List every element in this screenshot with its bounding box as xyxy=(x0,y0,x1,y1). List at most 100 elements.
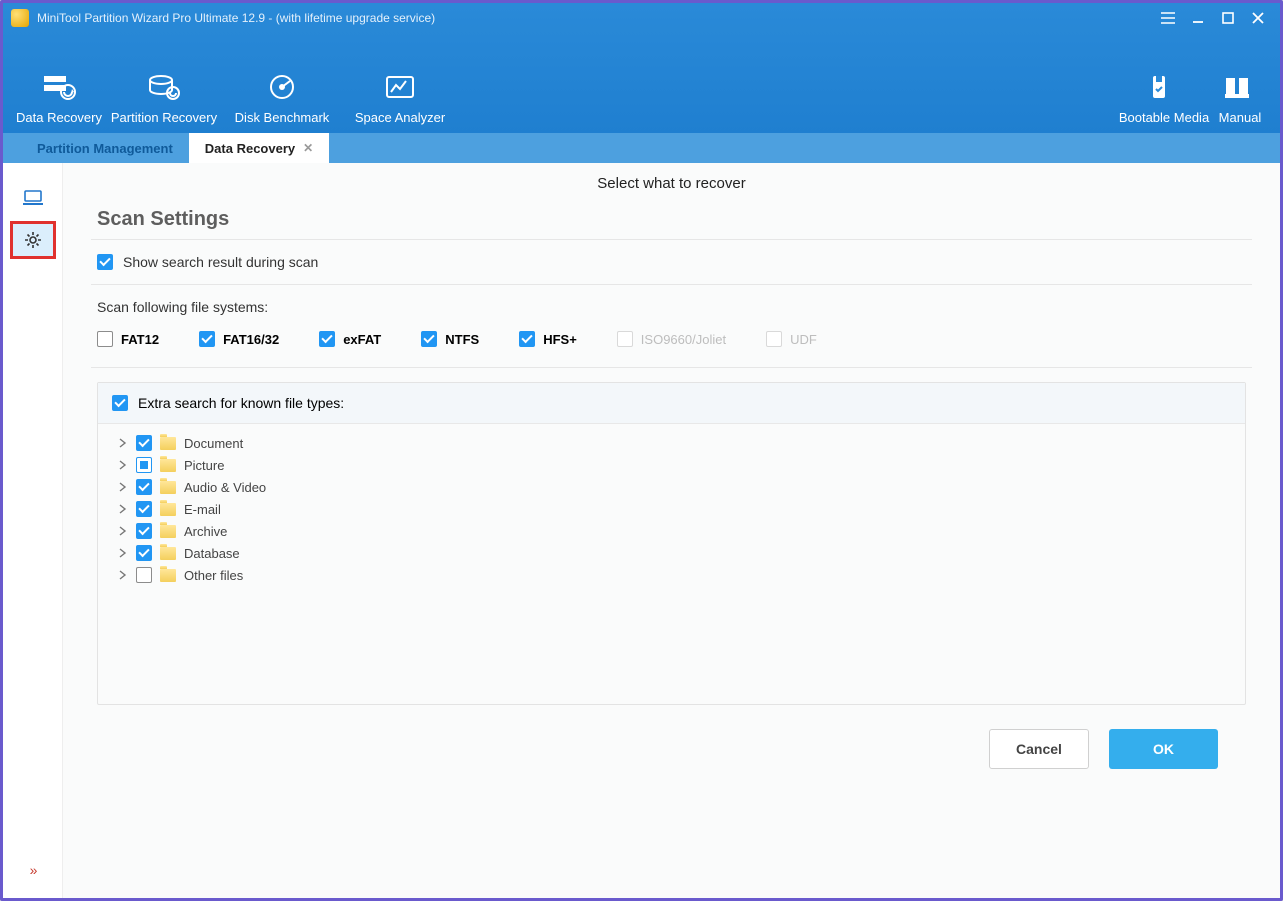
tab-label: Partition Management xyxy=(37,141,173,156)
fs-label: FAT16/32 xyxy=(223,332,279,347)
toolbar-manual[interactable]: Manual xyxy=(1210,74,1270,125)
close-icon[interactable] xyxy=(1250,10,1266,26)
expand-icon[interactable] xyxy=(118,526,128,536)
expand-icon[interactable] xyxy=(118,482,128,492)
expand-icon[interactable] xyxy=(118,438,128,448)
fs-item: NTFS xyxy=(421,331,479,347)
tab-data-recovery[interactable]: Data Recovery ✕ xyxy=(189,133,329,163)
folder-icon xyxy=(160,459,176,472)
minimize-icon[interactable] xyxy=(1190,10,1206,26)
tree-label: Audio & Video xyxy=(184,480,266,495)
tree-node: Audio & Video xyxy=(118,476,1235,498)
main-area: Select what to recover Scan Settings Sho… xyxy=(63,163,1280,898)
tree-checkbox[interactable] xyxy=(136,567,152,583)
body: » Select what to recover Scan Settings S… xyxy=(3,163,1280,898)
toolbar-bootable-media[interactable]: Bootable Media xyxy=(1118,74,1210,125)
tree-checkbox[interactable] xyxy=(136,479,152,495)
show-search-label: Show search result during scan xyxy=(123,254,318,270)
page-header: Select what to recover xyxy=(63,163,1280,200)
rail-expand[interactable]: » xyxy=(30,862,36,878)
tree-checkbox[interactable] xyxy=(136,435,152,451)
fs-item: UDF xyxy=(766,331,817,347)
toolbar-disk-benchmark[interactable]: Disk Benchmark xyxy=(223,74,341,125)
rail-devices[interactable] xyxy=(12,181,54,215)
expand-icon[interactable] xyxy=(118,570,128,580)
tree-node: Other files xyxy=(118,564,1235,586)
tree-checkbox[interactable] xyxy=(136,501,152,517)
tree-label: Document xyxy=(184,436,243,451)
app-window: MiniTool Partition Wizard Pro Ultimate 1… xyxy=(0,0,1283,901)
tree-checkbox[interactable] xyxy=(136,523,152,539)
tree-label: Picture xyxy=(184,458,224,473)
fs-checkbox[interactable] xyxy=(199,331,215,347)
app-icon xyxy=(11,9,29,27)
folder-icon xyxy=(160,547,176,560)
disk-benchmark-icon xyxy=(265,74,299,100)
tree-node: E-mail xyxy=(118,498,1235,520)
fs-checkbox xyxy=(766,331,782,347)
tree-node: Document xyxy=(118,432,1235,454)
close-icon[interactable]: ✕ xyxy=(303,141,313,155)
show-search-row: Show search result during scan xyxy=(91,240,1252,284)
toolbar-label: Partition Recovery xyxy=(111,110,217,125)
tree-label: E-mail xyxy=(184,502,221,517)
fs-label: ISO9660/Joliet xyxy=(641,332,726,347)
tree-label: Archive xyxy=(184,524,227,539)
fs-item: HFS+ xyxy=(519,331,577,347)
tab-label: Data Recovery xyxy=(205,141,295,156)
fs-checkbox[interactable] xyxy=(421,331,437,347)
tree-node: Archive xyxy=(118,520,1235,542)
toolbar-label: Data Recovery xyxy=(16,110,102,125)
bootable-media-icon xyxy=(1147,74,1181,100)
extra-search-label: Extra search for known file types: xyxy=(138,395,344,411)
toolbar-data-recovery[interactable]: Data Recovery xyxy=(13,74,105,125)
left-rail: » xyxy=(3,163,63,898)
fs-item: ISO9660/Joliet xyxy=(617,331,726,347)
fs-checkbox[interactable] xyxy=(319,331,335,347)
toolbar-partition-recovery[interactable]: Partition Recovery xyxy=(105,74,223,125)
window-controls xyxy=(1160,10,1272,26)
scan-settings-panel: Scan Settings Show search result during … xyxy=(91,200,1252,769)
data-recovery-icon xyxy=(42,74,76,100)
tree-node: Database xyxy=(118,542,1235,564)
tree-checkbox[interactable] xyxy=(136,457,152,473)
show-search-checkbox[interactable] xyxy=(97,254,113,270)
header: MiniTool Partition Wizard Pro Ultimate 1… xyxy=(3,3,1280,133)
fs-checkbox[interactable] xyxy=(97,331,113,347)
fs-checkbox xyxy=(617,331,633,347)
toolbar-space-analyzer[interactable]: Space Analyzer xyxy=(341,74,459,125)
ok-button[interactable]: OK xyxy=(1109,729,1218,769)
manual-icon xyxy=(1223,74,1257,100)
partition-recovery-icon xyxy=(147,74,181,100)
filesystem-row: FAT12 FAT16/32 exFAT NTFS HFS+ ISO9660/Joliet… xyxy=(91,325,1252,367)
tab-partition-management[interactable]: Partition Management xyxy=(21,133,189,163)
rail-settings[interactable] xyxy=(12,223,54,257)
extra-search-box: Extra search for known file types: Docum… xyxy=(97,382,1246,705)
fs-item: FAT16/32 xyxy=(199,331,279,347)
cancel-button[interactable]: Cancel xyxy=(989,729,1089,769)
expand-icon[interactable] xyxy=(118,504,128,514)
action-bar: Cancel OK xyxy=(91,705,1252,769)
titlebar: MiniTool Partition Wizard Pro Ultimate 1… xyxy=(3,3,1280,33)
folder-icon xyxy=(160,503,176,516)
maximize-icon[interactable] xyxy=(1220,10,1236,26)
button-label: OK xyxy=(1153,741,1174,757)
hamburger-icon[interactable] xyxy=(1160,10,1176,26)
expand-icon[interactable] xyxy=(118,548,128,558)
fs-checkbox[interactable] xyxy=(519,331,535,347)
tree-label: Database xyxy=(184,546,240,561)
window-title: MiniTool Partition Wizard Pro Ultimate 1… xyxy=(37,11,435,25)
tree-node: Picture xyxy=(118,454,1235,476)
main-toolbar: Data Recovery Partition Recovery Disk Be… xyxy=(3,33,1280,133)
fs-label: HFS+ xyxy=(543,332,577,347)
extra-search-checkbox[interactable] xyxy=(112,395,128,411)
fs-label: exFAT xyxy=(343,332,381,347)
fs-item: FAT12 xyxy=(97,331,159,347)
toolbar-label: Manual xyxy=(1219,110,1262,125)
fs-label: FAT12 xyxy=(121,332,159,347)
button-label: Cancel xyxy=(1016,741,1062,757)
tree-checkbox[interactable] xyxy=(136,545,152,561)
folder-icon xyxy=(160,437,176,450)
file-type-tree: Document Picture Audio & Video E-mail Archiv… xyxy=(98,424,1245,704)
expand-icon[interactable] xyxy=(118,460,128,470)
